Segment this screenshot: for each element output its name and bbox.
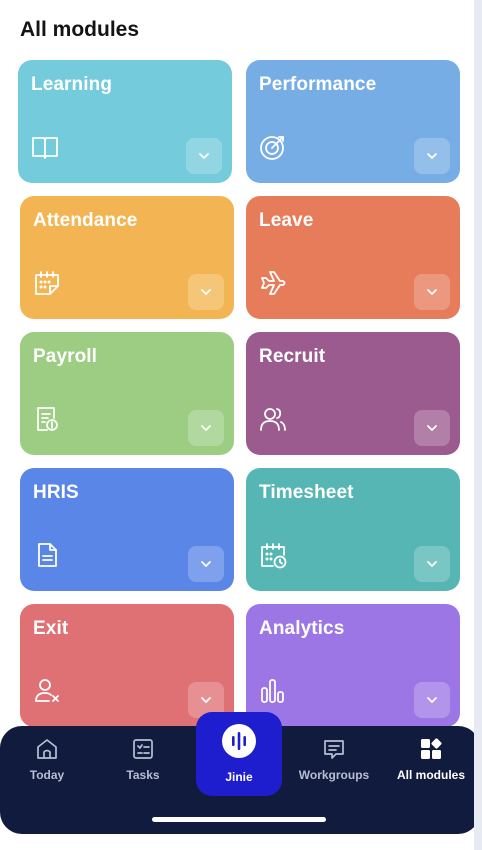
bar-chart-icon xyxy=(258,676,288,706)
scroll-edge xyxy=(474,0,482,850)
chevron-down-icon xyxy=(427,425,437,431)
chevron-down-icon xyxy=(199,153,209,159)
home-indicator xyxy=(152,817,326,822)
app-screen: All modules Learning Performance Attenda… xyxy=(0,0,480,850)
payslip-icon xyxy=(32,404,62,434)
module-card-timesheet[interactable]: Timesheet xyxy=(246,468,460,591)
nav-item-workgroups[interactable]: Workgroups xyxy=(294,736,374,796)
expand-button[interactable] xyxy=(414,682,450,718)
nav-label: Workgroups xyxy=(298,768,370,782)
nav-item-jinie[interactable]: Jinie xyxy=(196,712,282,796)
voice-icon xyxy=(222,724,256,758)
chevron-down-icon xyxy=(427,153,437,159)
chat-icon xyxy=(321,736,347,762)
module-card-leave[interactable]: Leave xyxy=(246,196,460,319)
target-icon xyxy=(258,132,288,162)
nav-item-tasks[interactable]: Tasks xyxy=(103,736,183,796)
module-label: Payroll xyxy=(33,346,98,367)
expand-button[interactable] xyxy=(188,410,224,446)
chevron-down-icon xyxy=(201,561,211,567)
module-label: Exit xyxy=(33,618,69,639)
chevron-down-icon xyxy=(427,561,437,567)
chevron-down-icon xyxy=(201,697,211,703)
expand-button[interactable] xyxy=(188,546,224,582)
module-card-recruit[interactable]: Recruit xyxy=(246,332,460,455)
expand-button[interactable] xyxy=(186,138,222,174)
module-card-attendance[interactable]: Attendance xyxy=(20,196,234,319)
grid-icon xyxy=(418,736,444,762)
module-label: Performance xyxy=(259,74,377,95)
checklist-icon xyxy=(130,736,156,762)
module-label: Attendance xyxy=(33,210,138,231)
module-card-exit[interactable]: Exit xyxy=(20,604,234,727)
expand-button[interactable] xyxy=(414,138,450,174)
module-label: Learning xyxy=(31,74,113,95)
module-label: Recruit xyxy=(259,346,326,367)
module-label: Timesheet xyxy=(259,482,354,503)
people-icon xyxy=(258,404,288,434)
nav-label: All modules xyxy=(396,768,465,782)
nav-label: Tasks xyxy=(126,768,160,782)
document-icon xyxy=(32,540,62,570)
module-label: HRIS xyxy=(33,482,79,503)
expand-button[interactable] xyxy=(414,410,450,446)
nav-item-all-modules[interactable]: All modules xyxy=(391,736,471,796)
module-card-hris[interactable]: HRIS xyxy=(20,468,234,591)
calendar-icon xyxy=(32,268,62,298)
module-card-performance[interactable]: Performance xyxy=(246,60,460,183)
chevron-down-icon xyxy=(201,289,211,295)
nav-item-today[interactable]: Today xyxy=(7,736,87,796)
nav-label: Today xyxy=(29,768,65,782)
module-label: Analytics xyxy=(259,618,345,639)
chevron-down-icon xyxy=(201,425,211,431)
expand-button[interactable] xyxy=(188,274,224,310)
expand-button[interactable] xyxy=(414,546,450,582)
page-title: All modules xyxy=(20,18,140,41)
calendar-clock-icon xyxy=(258,540,288,570)
nav-label: Jinie xyxy=(225,770,253,784)
module-card-payroll[interactable]: Payroll xyxy=(20,332,234,455)
chevron-down-icon xyxy=(427,289,437,295)
user-remove-icon xyxy=(32,676,62,706)
expand-button[interactable] xyxy=(414,274,450,310)
chevron-down-icon xyxy=(427,697,437,703)
airplane-icon xyxy=(258,268,288,298)
module-label: Leave xyxy=(259,210,314,231)
book-icon xyxy=(30,132,60,162)
home-icon xyxy=(34,736,60,762)
module-card-analytics[interactable]: Analytics xyxy=(246,604,460,727)
module-card-learning[interactable]: Learning xyxy=(18,60,232,183)
